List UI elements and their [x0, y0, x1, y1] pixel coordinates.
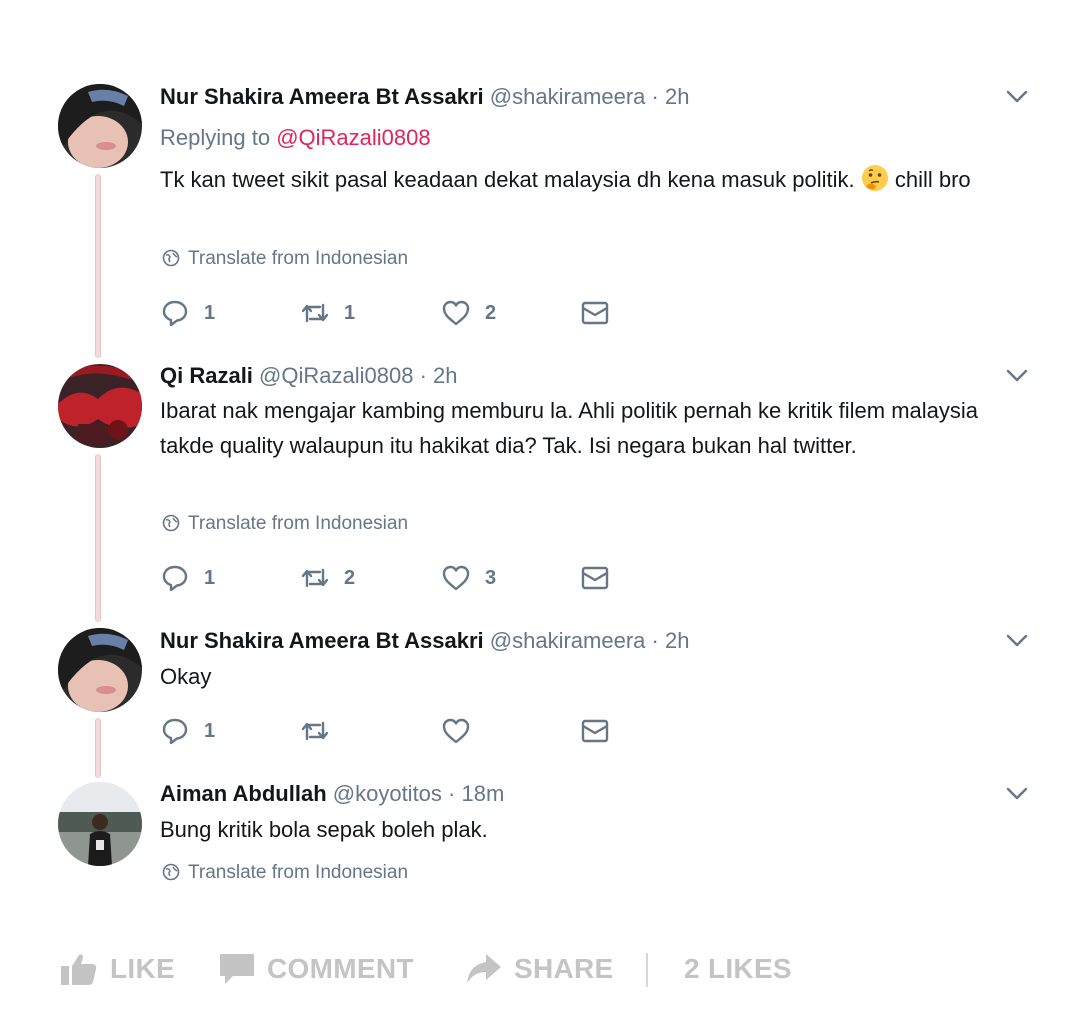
share-arrow-icon	[467, 954, 501, 983]
display-name[interactable]: Nur Shakira Ameera Bt Assakri	[160, 628, 484, 653]
display-name[interactable]: Aiman Abdullah	[160, 781, 327, 806]
tweet-thread: Nur Shakira Ameera Bt Assakri @shakirame…	[0, 0, 1080, 915]
thread-connector	[95, 174, 101, 358]
like-label: LIKE	[110, 953, 175, 984]
heart-icon	[442, 565, 470, 591]
separator-dot: ·	[448, 781, 456, 806]
avatar[interactable]	[58, 84, 142, 168]
reply-count: 1	[204, 566, 216, 589]
chevron-down-icon[interactable]	[1006, 369, 1028, 383]
translate-link[interactable]: Translate from Indonesian	[162, 247, 408, 271]
retweet-icon	[301, 303, 329, 323]
replying-to-label: Replying to	[160, 125, 277, 150]
tweet-text: Ibarat nak mengajar kambing memburu la. …	[160, 398, 979, 458]
like-button[interactable]: 2	[441, 298, 496, 328]
translate-label[interactable]: Translate from Indonesian	[188, 248, 408, 269]
divider	[646, 953, 648, 987]
translate-link[interactable]: Translate from Indonesian	[162, 861, 408, 885]
reply-icon	[162, 565, 188, 592]
like-button[interactable]: 3	[441, 563, 496, 593]
comment-label: COMMENT	[267, 953, 414, 984]
timestamp[interactable]: 18m	[462, 781, 505, 806]
message-button[interactable]	[580, 563, 624, 593]
thread-connector	[95, 454, 101, 622]
chevron-down-icon[interactable]	[1006, 634, 1028, 648]
likes-count-label[interactable]: 2 LIKES	[684, 953, 792, 985]
tweet-text-part: Tk kan tweet sikit pasal keadaan dekat m…	[160, 167, 855, 192]
separator-dot: ·	[651, 84, 659, 109]
tweet-header: Aiman Abdullah @koyotitos · 18m	[160, 780, 504, 808]
timestamp[interactable]: 2h	[665, 628, 689, 653]
timestamp[interactable]: 2h	[433, 363, 457, 388]
replying-to: Replying to @QiRazali0808	[160, 124, 431, 152]
like-count: 3	[485, 566, 497, 589]
tweet-header: Qi Razali @QiRazali0808 · 2h	[160, 362, 458, 390]
separator-dot: ·	[419, 363, 427, 388]
comment-icon	[220, 954, 254, 984]
user-handle[interactable]: @koyotitos	[333, 781, 442, 806]
separator-dot: ·	[651, 628, 659, 653]
display-name[interactable]: Qi Razali	[160, 363, 253, 388]
retweet-button[interactable]: 2	[300, 563, 355, 593]
envelope-icon	[581, 719, 609, 743]
globe-icon	[162, 863, 180, 881]
user-handle[interactable]: @QiRazali0808	[259, 363, 413, 388]
envelope-icon	[581, 566, 609, 590]
reply-button[interactable]: 1	[160, 716, 215, 746]
reply-button[interactable]: 1	[160, 563, 215, 593]
thinking-face-emoji	[861, 165, 888, 191]
translate-link[interactable]: Translate from Indonesian	[162, 512, 408, 536]
retweet-button[interactable]	[300, 716, 344, 746]
tweet-text: Tk kan tweet sikit pasal keadaan dekat m…	[160, 162, 1030, 197]
thumbs-up-icon	[61, 954, 97, 985]
comment-post-button[interactable]: COMMENT	[219, 949, 414, 989]
tweet-text: Bung kritik bola sepak boleh plak.	[160, 817, 488, 842]
retweet-icon	[301, 568, 329, 588]
share-post-button[interactable]: SHARE	[466, 949, 614, 989]
retweet-count: 2	[344, 566, 356, 589]
chevron-down-icon[interactable]	[1006, 90, 1028, 104]
globe-icon	[162, 514, 180, 532]
reply-icon	[162, 718, 188, 745]
globe-icon	[162, 249, 180, 267]
message-button[interactable]	[580, 716, 624, 746]
translate-label[interactable]: Translate from Indonesian	[188, 513, 408, 534]
retweet-icon	[301, 721, 329, 741]
retweet-button[interactable]: 1	[300, 298, 355, 328]
avatar[interactable]	[58, 628, 142, 712]
heart-icon	[442, 718, 470, 744]
chevron-down-icon[interactable]	[1006, 787, 1028, 801]
tweet-header: Nur Shakira Ameera Bt Assakri @shakirame…	[160, 83, 689, 111]
translate-label[interactable]: Translate from Indonesian	[188, 862, 408, 883]
reply-icon	[162, 300, 188, 327]
like-count: 2	[485, 301, 497, 324]
mention-link[interactable]: @QiRazali0808	[276, 125, 430, 150]
envelope-icon	[581, 301, 609, 325]
reply-button[interactable]: 1	[160, 298, 215, 328]
tweet-header: Nur Shakira Ameera Bt Assakri @shakirame…	[160, 627, 689, 655]
user-handle[interactable]: @shakirameera	[490, 84, 646, 109]
avatar[interactable]	[58, 364, 142, 448]
share-label: SHARE	[514, 953, 614, 984]
reply-count: 1	[204, 719, 216, 742]
display-name[interactable]: Nur Shakira Ameera Bt Assakri	[160, 84, 484, 109]
reply-count: 1	[204, 301, 216, 324]
retweet-count: 1	[344, 301, 356, 324]
like-post-button[interactable]: LIKE	[60, 949, 175, 989]
like-button[interactable]	[441, 716, 485, 746]
post-action-bar: LIKE COMMENT SHARE 2 LIKES	[0, 935, 1080, 1005]
likes-count[interactable]: 2 LIKES	[684, 949, 792, 989]
user-handle[interactable]: @shakirameera	[490, 628, 646, 653]
tweet-text-part: chill bro	[888, 167, 971, 192]
message-button[interactable]	[580, 298, 624, 328]
thread-connector	[95, 718, 101, 778]
tweet-text: Okay	[160, 664, 212, 689]
heart-icon	[442, 300, 470, 326]
avatar[interactable]	[58, 782, 142, 866]
timestamp[interactable]: 2h	[665, 84, 689, 109]
